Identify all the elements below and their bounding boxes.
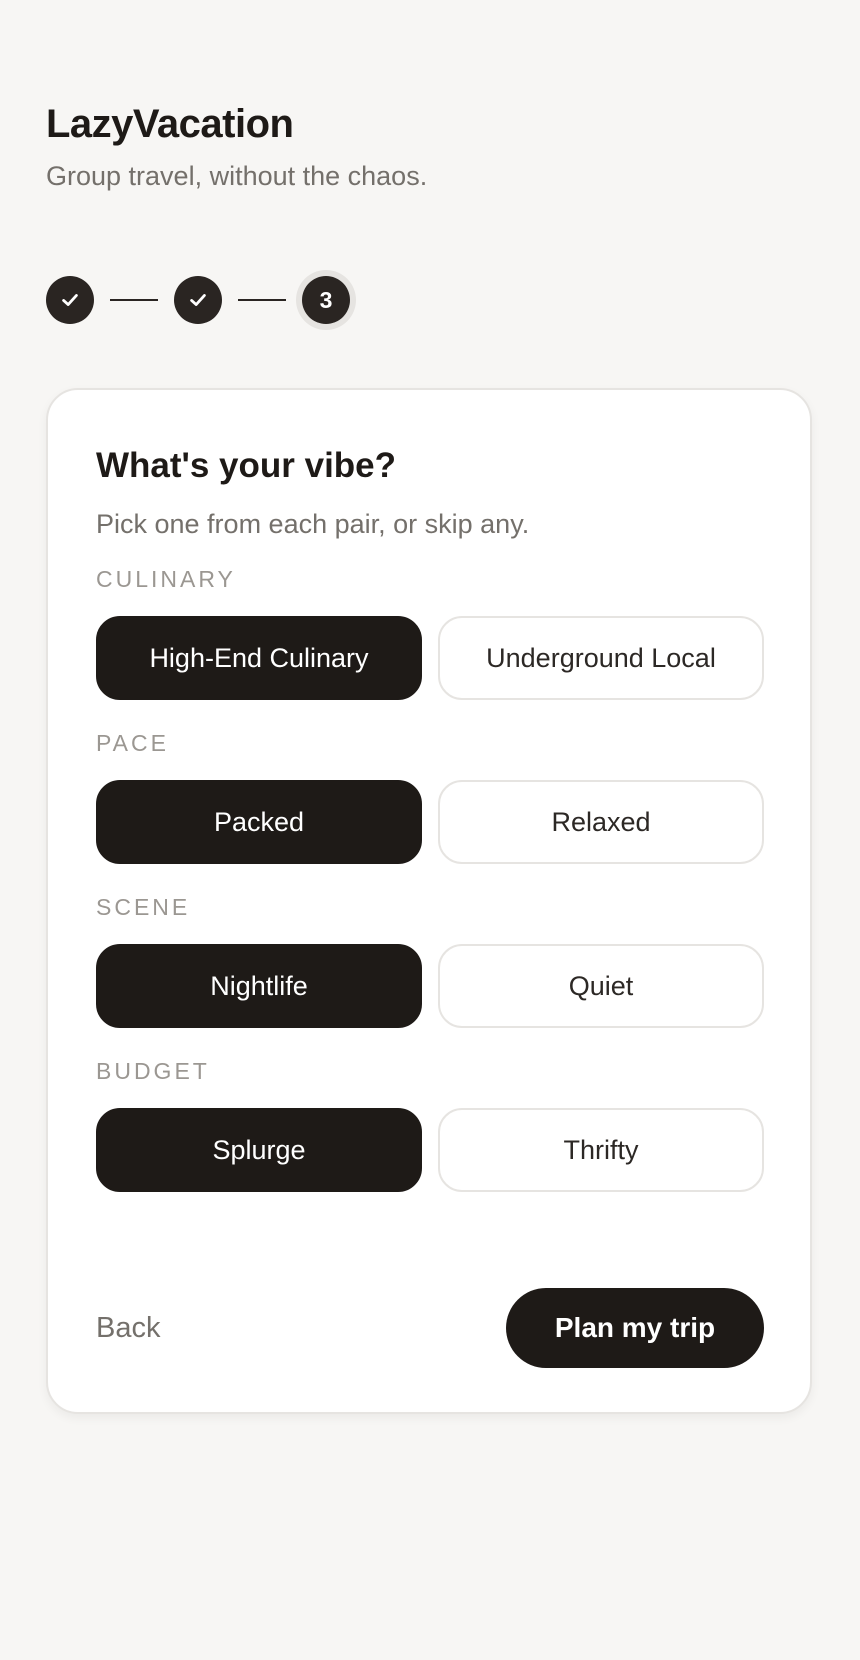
step-2-complete (174, 276, 222, 324)
card-title: What's your vibe? (96, 446, 397, 485)
option-high-end-culinary[interactable]: High-End Culinary (96, 616, 422, 700)
app-title: LazyVacation (46, 102, 294, 146)
plan-my-trip-button[interactable]: Plan my trip (506, 1288, 764, 1368)
card-subtitle: Pick one from each pair, or skip any. (96, 509, 530, 539)
option-nightlife[interactable]: Nightlife (96, 944, 422, 1028)
step-connector (110, 299, 158, 301)
back-button[interactable]: Back (96, 1308, 160, 1348)
option-row-scene: Nightlife Quiet (96, 944, 764, 1028)
option-underground-local[interactable]: Underground Local (438, 616, 764, 700)
check-icon (62, 294, 78, 306)
step-3-current: 3 (302, 276, 350, 324)
option-row-budget: Splurge Thrifty (96, 1108, 764, 1192)
step-connector (238, 299, 286, 301)
category-label-budget: BUDGET (96, 1058, 210, 1084)
check-icon (190, 294, 206, 306)
option-row-culinary: High-End Culinary Underground Local (96, 616, 764, 700)
option-row-pace: Packed Relaxed (96, 780, 764, 864)
progress-stepper: 3 (46, 276, 350, 324)
option-splurge[interactable]: Splurge (96, 1108, 422, 1192)
option-thrifty[interactable]: Thrifty (438, 1108, 764, 1192)
option-quiet[interactable]: Quiet (438, 944, 764, 1028)
app-tagline: Group travel, without the chaos. (46, 161, 428, 191)
step-1-complete (46, 276, 94, 324)
option-relaxed[interactable]: Relaxed (438, 780, 764, 864)
category-label-pace: PACE (96, 730, 169, 756)
vibe-card: What's your vibe? Pick one from each pai… (46, 388, 812, 1414)
category-label-scene: SCENE (96, 894, 191, 920)
category-label-culinary: CULINARY (96, 566, 236, 592)
option-packed[interactable]: Packed (96, 780, 422, 864)
